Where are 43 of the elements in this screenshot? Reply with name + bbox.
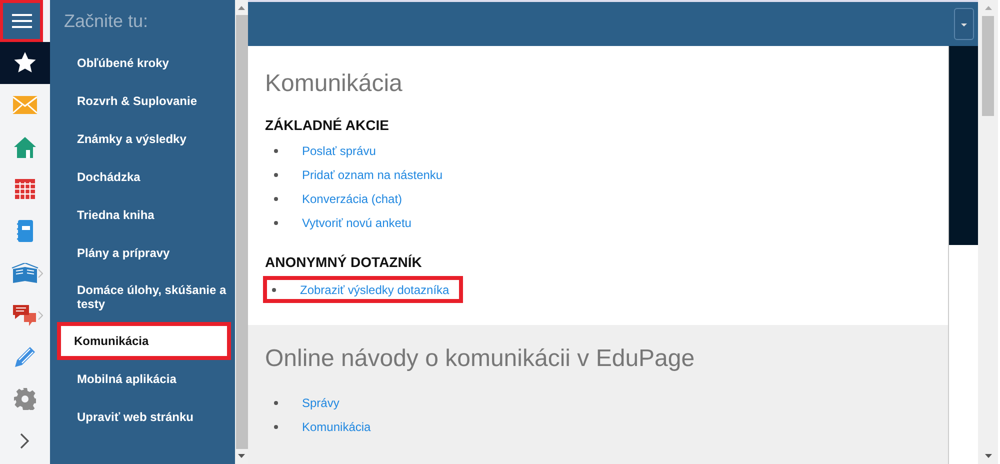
menu-item[interactable]: Plány a prípravy	[50, 234, 235, 272]
envelope-icon	[13, 96, 37, 114]
settings-icon	[14, 388, 36, 410]
action-link[interactable]: Poslať správu	[302, 144, 376, 158]
tutorials-title: Online návody o komunikácii v EduPage	[265, 345, 696, 373]
scroll-up-icon	[238, 6, 245, 10]
menu-item[interactable]: Domáce úlohy, skúšanie a testy	[50, 272, 235, 322]
scroll-down-icon	[984, 454, 992, 458]
menu-item[interactable]: Triedna kniha	[50, 196, 235, 234]
scrollbar-thumb[interactable]	[982, 16, 994, 116]
calendar-icon	[15, 179, 35, 199]
menu-item[interactable]: Komunikácia	[57, 322, 231, 360]
page-scrollbar[interactable]	[978, 0, 998, 464]
menu-item[interactable]: Rozvrh & Suplovanie	[50, 82, 235, 120]
caret-icon	[961, 23, 967, 27]
book-icon	[11, 263, 39, 283]
action-link[interactable]: Zobraziť výsledky dotazníka	[300, 282, 450, 296]
chat-icon	[12, 304, 38, 326]
submenu-chevron-icon	[38, 269, 43, 278]
notebook-icon	[17, 220, 33, 242]
menu-item[interactable]: Mobilná aplikácia	[50, 360, 235, 398]
dropdown-button[interactable]	[954, 8, 974, 40]
menu-item[interactable]: Dochádzka	[50, 158, 235, 196]
menu-item[interactable]: Známky a výsledky	[50, 120, 235, 158]
section-heading: ANONYMNÝ DOTAZNÍK	[265, 254, 423, 270]
menu-item[interactable]: Upraviť web stránku	[50, 398, 235, 436]
scroll-up-icon	[984, 6, 992, 10]
submenu-chevron-icon	[38, 311, 43, 320]
menu-icon	[12, 13, 32, 29]
menu-item[interactable]: Obľúbené kroky	[50, 44, 235, 82]
menu-button[interactable]	[0, 0, 43, 42]
scroll-down-icon	[238, 454, 245, 458]
action-link[interactable]: Pridať oznam na nástenku	[302, 168, 443, 182]
action-link[interactable]: Vytvoriť novú anketu	[302, 216, 412, 230]
chevron-right-icon	[20, 433, 30, 449]
menu-title: Začnite tu:	[63, 10, 150, 33]
panel-title: Komunikácia	[265, 70, 404, 98]
star-button[interactable]	[0, 42, 50, 84]
section-heading: ZÁKLADNÉ AKCIE	[265, 117, 390, 133]
action-link[interactable]: Konverzácia (chat)	[302, 192, 402, 206]
pen-icon	[13, 345, 37, 369]
house-icon	[14, 136, 36, 158]
star-icon	[13, 51, 37, 75]
